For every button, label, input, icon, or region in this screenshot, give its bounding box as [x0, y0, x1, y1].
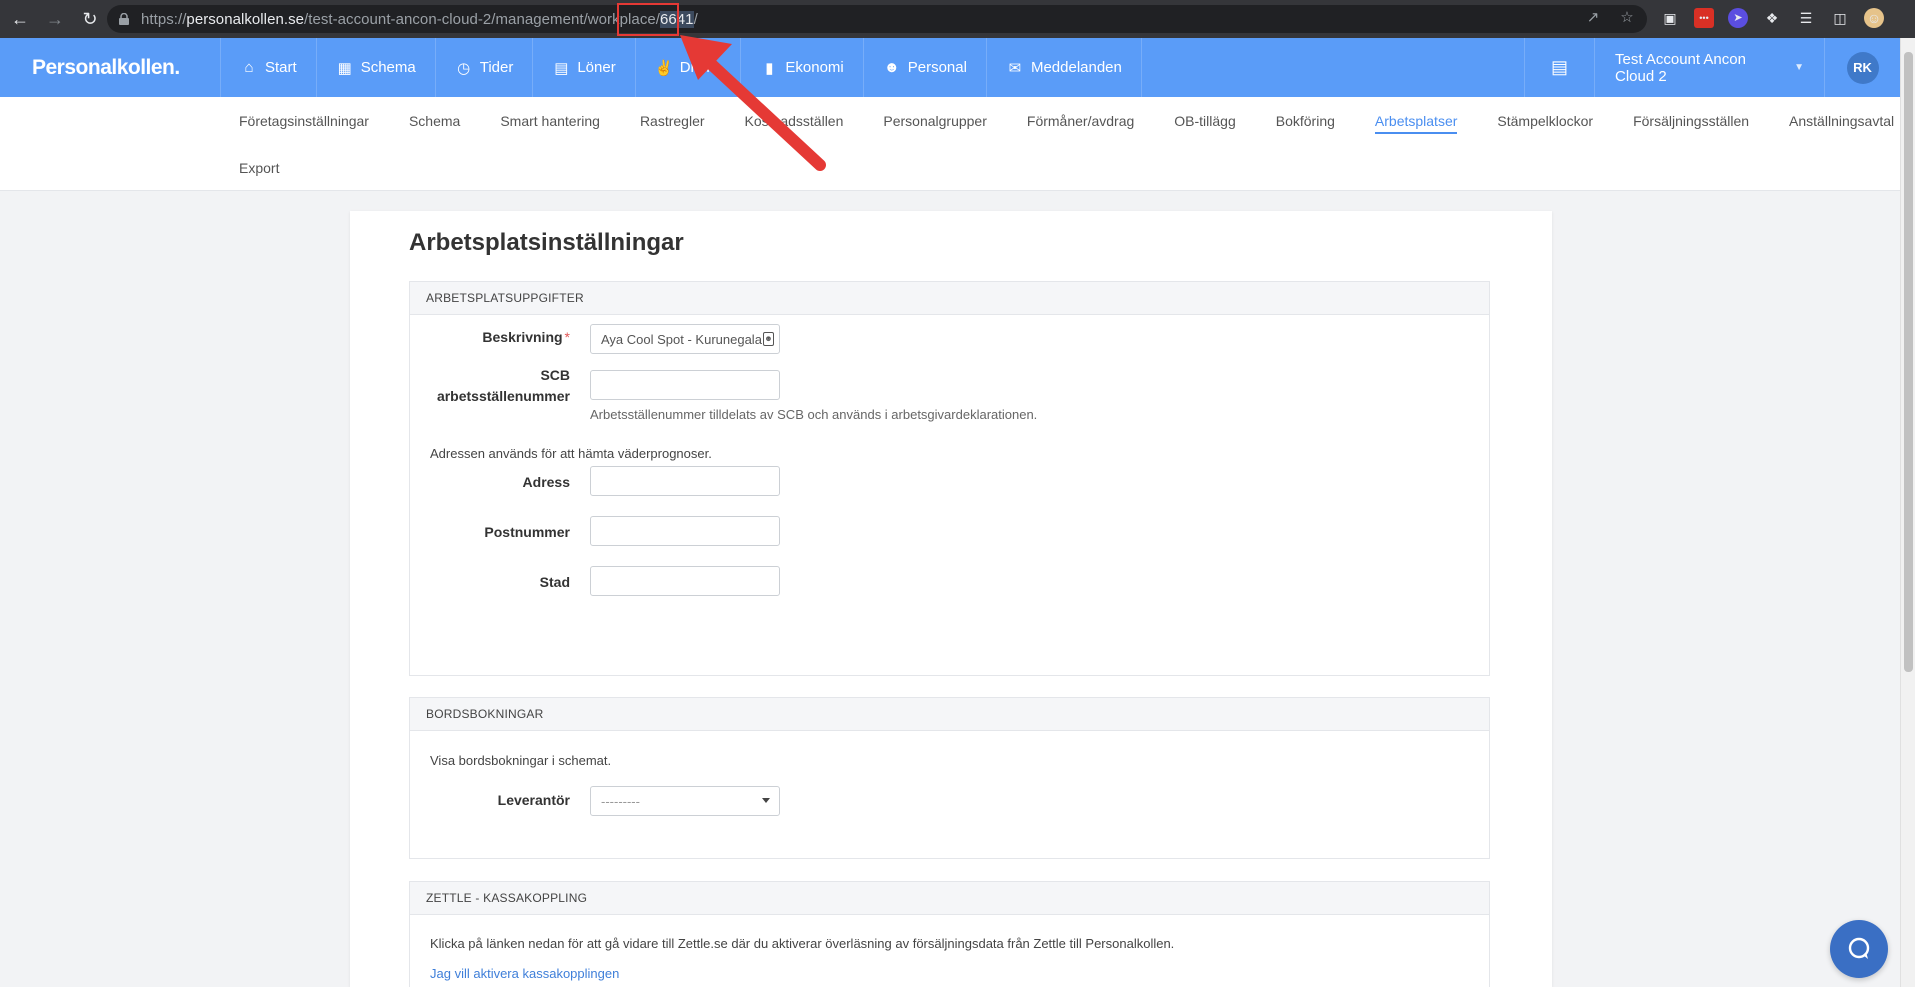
document-icon: ▤ [554, 59, 569, 77]
subnav-smart-hantering[interactable]: Smart hantering [500, 97, 600, 144]
subnav-forsaljningsstallen[interactable]: Försäljningsställen [1633, 97, 1749, 144]
nav-meddelanden[interactable]: ✉ Meddelanden [985, 38, 1142, 97]
lock-icon [119, 13, 129, 25]
nav-tider[interactable]: ◷ Tider [434, 38, 533, 97]
calendar-icon: ▦ [337, 59, 352, 77]
subnav-formaner-avdrag[interactable]: Förmåner/avdrag [1027, 97, 1134, 144]
page-scrollbar[interactable] [1900, 38, 1915, 987]
caret-down-icon [762, 798, 770, 803]
mail-icon: ✉ [1008, 59, 1022, 77]
workplace-details-panel: ARBETSPLATSUPPGIFTER Beskrivning * Aya Co… [409, 281, 1490, 676]
address-note: Adressen används för att hämta väderprog… [430, 446, 712, 461]
description-input[interactable]: Aya Cool Spot - Kurunegala ☻ [590, 324, 780, 354]
scb-help-text: Arbetsställenummer tilldelats av SCB och… [590, 407, 1038, 422]
description-label: Beskrivning * [482, 329, 570, 345]
page-title: Arbetsplatsinställningar [409, 229, 684, 256]
activate-zettle-link[interactable]: Jag vill aktivera kassakopplingen [430, 966, 619, 981]
subnav-arbetsplatser[interactable]: Arbetsplatser [1374, 97, 1458, 144]
url-text: https://personalkollen.se/test-account-a… [141, 10, 698, 28]
panel-heading: ARBETSPLATSUPPGIFTER [410, 282, 1489, 315]
subnav-bokforing[interactable]: Bokföring [1276, 97, 1335, 144]
table-booking-panel: BORDSBOKNINGAR Visa bordsbokningar i sch… [409, 697, 1490, 859]
reload-icon[interactable]: ↻ [75, 4, 105, 34]
puzzle-icon[interactable]: ❖ [1762, 8, 1782, 28]
nav-start[interactable]: ⌂ Start [220, 38, 316, 97]
browser-toolbar: ← → ↻ https://personalkollen.se/test-acc… [0, 0, 1915, 38]
screen-capture-icon[interactable]: ▣ [1660, 8, 1680, 28]
city-input[interactable] [590, 566, 780, 596]
annotation-highlight-box [617, 3, 679, 36]
subnav-ob-tillagg[interactable]: OB-tillägg [1174, 97, 1235, 144]
postal-code-label: Postnummer [484, 524, 570, 540]
film-icon[interactable]: ▤ [1524, 38, 1594, 97]
hand-icon: ✌ [654, 59, 674, 77]
star-icon[interactable]: ☆ [1619, 10, 1635, 26]
zettle-panel: ZETTLE - KASSAKOPPLING Klicka på länken … [409, 881, 1490, 987]
subnav-stampelklockor[interactable]: Stämpelklockor [1497, 97, 1593, 144]
subnav-personalgrupper[interactable]: Personalgrupper [883, 97, 987, 144]
settings-card: Arbetsplatsinställningar ARBETSPLATSUPPG… [350, 211, 1552, 987]
person-icon: ☻ [883, 59, 900, 76]
media-icon[interactable]: ☰ [1796, 8, 1816, 28]
profile-avatar-icon[interactable]: ☺ [1864, 8, 1884, 28]
extension-badge-icon[interactable]: ••• [1694, 8, 1714, 28]
app-header: Personalkollen. ⌂ Start ▦ Schema ◷ Tider ▤ L… [0, 38, 1900, 97]
user-menu[interactable]: RK [1824, 38, 1900, 97]
city-label: Stad [539, 574, 570, 590]
provider-select[interactable]: --------- [590, 786, 780, 816]
required-marker: * [564, 329, 570, 345]
forward-arrow-icon[interactable]: → [40, 4, 70, 34]
chat-support-button[interactable] [1830, 920, 1888, 978]
settings-subnav: Företagsinställningar Schema Smart hante… [0, 97, 1900, 191]
side-panel-icon[interactable]: ◫ [1830, 8, 1850, 28]
address-input[interactable] [590, 466, 780, 496]
share-icon[interactable]: ↗ [1585, 10, 1601, 26]
scroll-thumb[interactable] [1904, 52, 1913, 672]
zettle-note: Klicka på länken nedan för att gå vidare… [430, 936, 1175, 951]
subnav-anstallningsavtal[interactable]: Anställningsavtal [1789, 97, 1894, 144]
scb-label: SCB arbetsställenummer [436, 367, 570, 404]
clock-icon: ◷ [457, 59, 471, 77]
nav-loner[interactable]: ▤ Löner [532, 38, 634, 97]
provider-label: Leverantör [497, 792, 570, 808]
account-switcher[interactable]: Test Account Ancon Cloud 2 ▼ [1594, 38, 1824, 97]
home-icon: ⌂ [244, 59, 254, 76]
avatar: RK [1846, 51, 1879, 84]
nav-personal[interactable]: ☻ Personal [862, 38, 986, 97]
subnav-schema[interactable]: Schema [409, 97, 460, 144]
subnav-export[interactable]: Export [239, 144, 279, 191]
address-label: Adress [522, 474, 570, 490]
panel-heading: ZETTLE - KASSAKOPPLING [410, 882, 1489, 915]
address-bar[interactable]: https://personalkollen.se/test-account-a… [107, 5, 1647, 33]
extension-arrow-icon[interactable]: ➤ [1728, 8, 1748, 28]
contact-card-icon[interactable]: ☻ [763, 332, 774, 346]
postal-code-input[interactable] [590, 516, 780, 546]
scb-input[interactable] [590, 370, 780, 400]
logo[interactable]: Personalkollen. [32, 56, 180, 80]
booking-note: Visa bordsbokningar i schemat. [430, 753, 612, 768]
annotation-arrow-icon [680, 35, 826, 171]
chevron-down-icon: ▼ [1794, 62, 1804, 73]
panel-heading: BORDSBOKNINGAR [410, 698, 1489, 731]
subnav-foretagsinstallningar[interactable]: Företagsinställningar [239, 97, 369, 144]
nav-schema[interactable]: ▦ Schema [315, 38, 435, 97]
chat-bubble-icon [1848, 937, 1870, 959]
back-arrow-icon[interactable]: ← [5, 4, 35, 34]
